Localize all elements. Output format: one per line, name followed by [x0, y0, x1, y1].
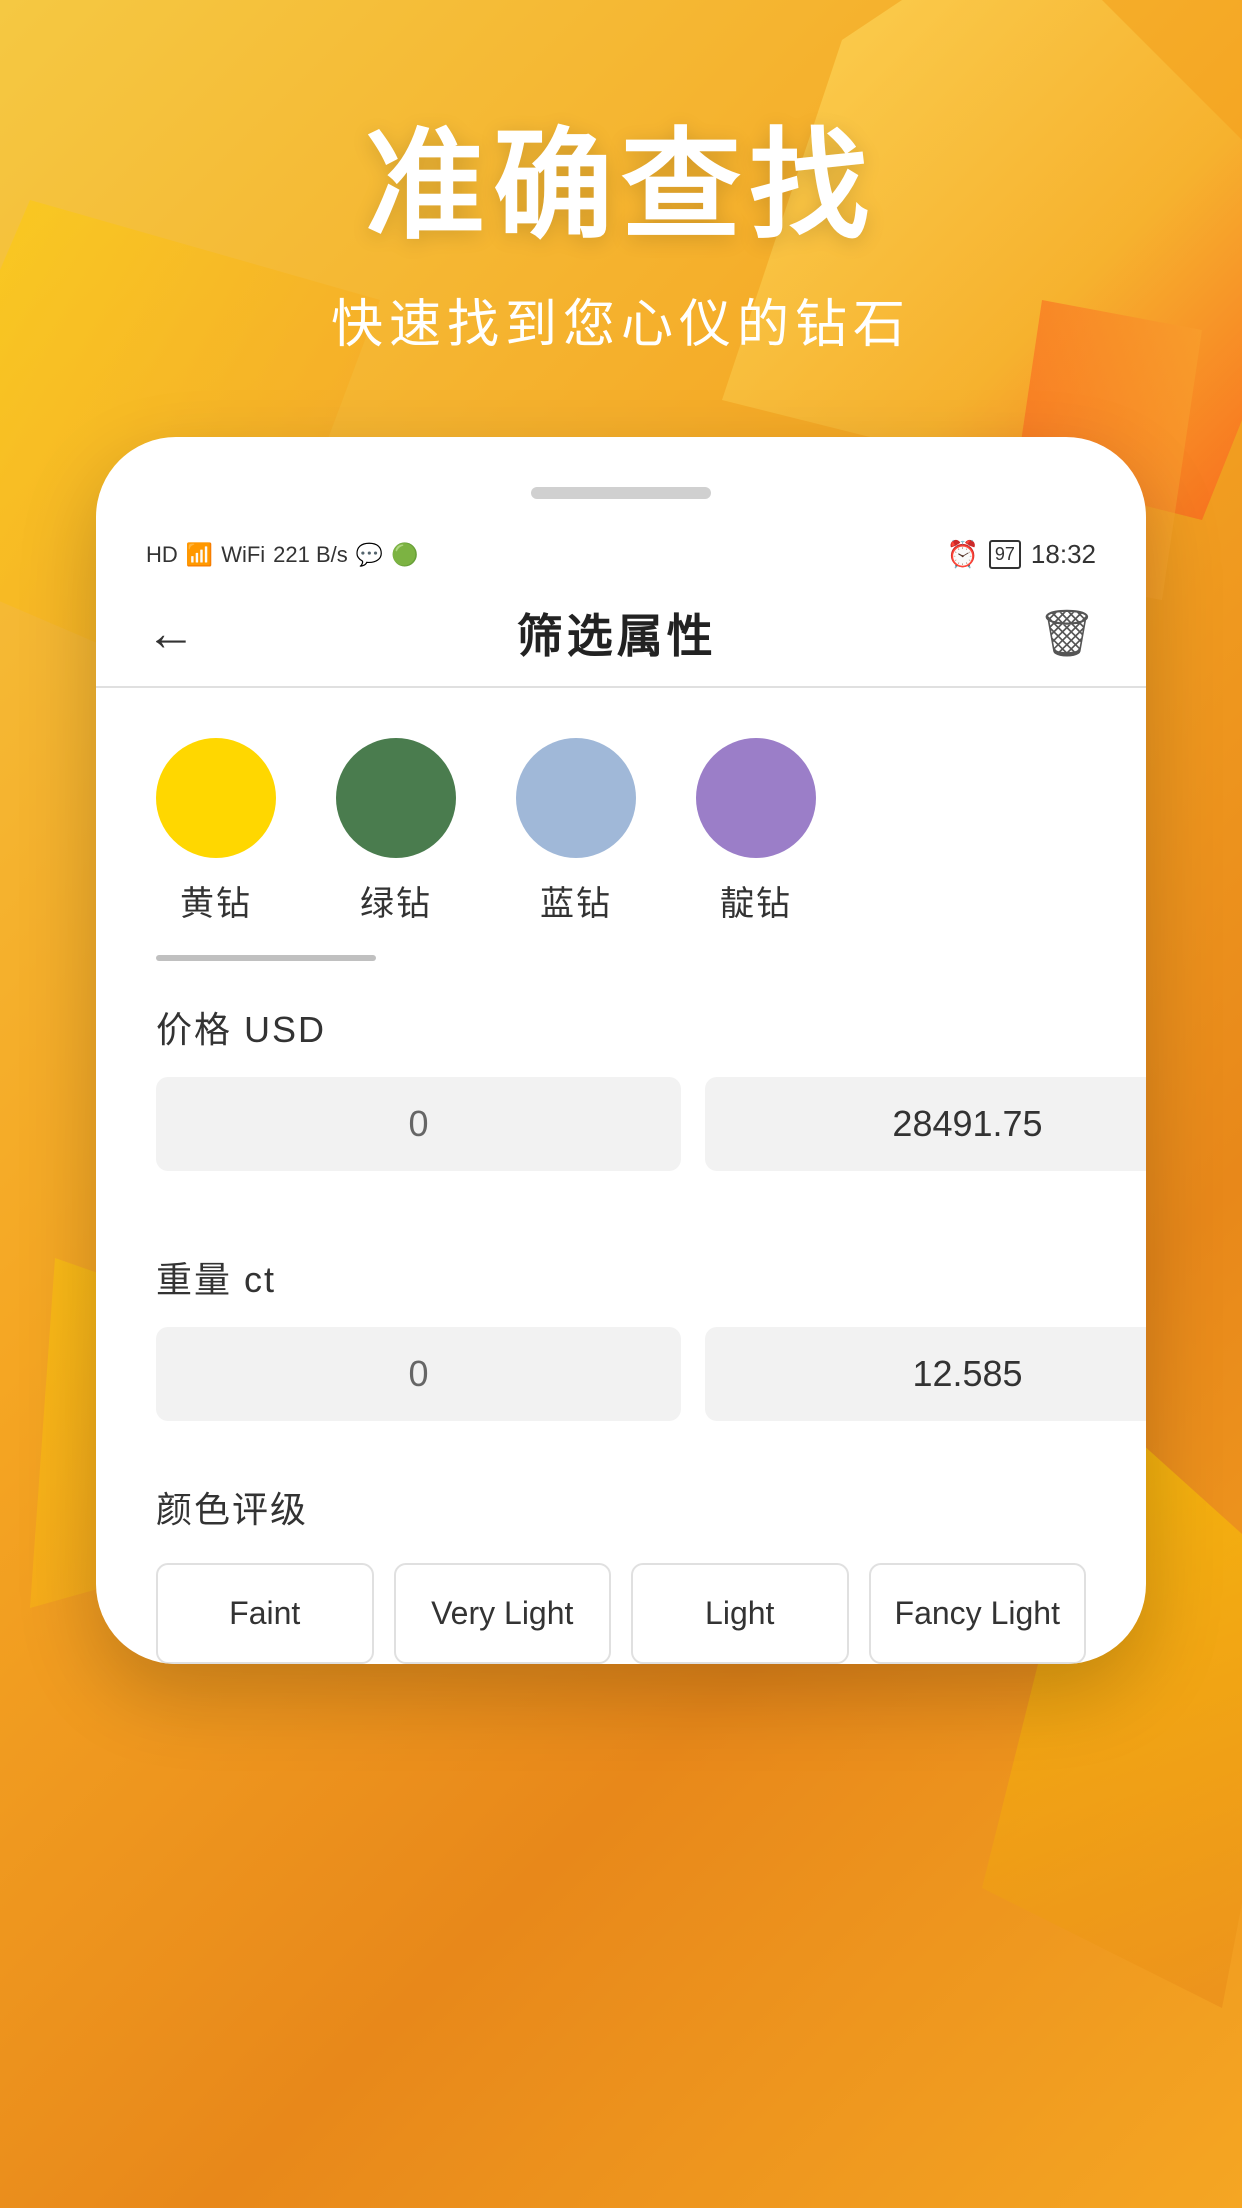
price-section: 价格 USD — [96, 961, 1146, 1211]
status-wifi: WiFi — [221, 542, 265, 568]
phone-handle — [531, 487, 711, 499]
price-max-input[interactable] — [705, 1077, 1146, 1171]
price-min-input[interactable] — [156, 1077, 681, 1171]
diamond-item-blue[interactable]: 蓝钻 — [516, 738, 636, 925]
diamond-circle-yellow — [156, 738, 276, 858]
color-grade-light[interactable]: Light — [631, 1563, 849, 1664]
diamond-item-yellow[interactable]: 黄钻 — [156, 738, 276, 925]
color-grade-section: 颜色评级 Faint Very Light Light Fancy Light — [96, 1461, 1146, 1664]
status-speed: 221 B/s — [273, 542, 348, 568]
nav-bar: ← 筛选属性 🗑 — [96, 580, 1146, 688]
diamond-circle-blue — [516, 738, 636, 858]
diamond-label-yellow: 黄钻 — [180, 876, 252, 925]
page-title: 筛选属性 — [517, 600, 717, 666]
color-grade-options: Faint Very Light Light Fancy Light — [156, 1563, 1086, 1664]
diamond-label-green: 绿钻 — [360, 876, 432, 925]
phone-mockup: HD 📶 WiFi 221 B/s 💬 🟢 ⏰ 97 18:32 ← 筛选属性 … — [96, 437, 1146, 1664]
alarm-icon: ⏰ — [947, 539, 979, 570]
weight-max-input[interactable] — [705, 1327, 1146, 1421]
diamond-circle-green — [336, 738, 456, 858]
header-subtitle: 快速找到您心仪的钻石 — [0, 282, 1242, 357]
status-message-icon: 💬 — [356, 542, 383, 568]
price-inputs — [156, 1077, 1086, 1171]
battery-level: 97 — [995, 544, 1015, 565]
diamond-types-list: 黄钻 绿钻 蓝钻 靛钻 — [156, 738, 1086, 925]
weight-min-input[interactable] — [156, 1327, 681, 1421]
color-grade-title: 颜色评级 — [156, 1481, 1086, 1533]
status-signal: 📶 — [186, 542, 213, 568]
header-section: 准确查找 快速找到您心仪的钻石 — [0, 0, 1242, 357]
weight-section: 重量 ct — [96, 1211, 1146, 1461]
clock-time: 18:32 — [1031, 539, 1096, 570]
battery-indicator: 97 — [989, 540, 1021, 569]
color-grade-faint[interactable]: Faint — [156, 1563, 374, 1664]
header-title: 准确查找 — [0, 120, 1242, 252]
diamond-label-purple: 靛钻 — [720, 876, 792, 925]
diamond-item-purple[interactable]: 靛钻 — [696, 738, 816, 925]
back-button[interactable]: ← — [146, 604, 196, 662]
color-grade-very-light[interactable]: Very Light — [394, 1563, 612, 1664]
weight-title: 重量 ct — [156, 1251, 1086, 1303]
weight-inputs — [156, 1327, 1086, 1421]
diamond-item-green[interactable]: 绿钻 — [336, 738, 456, 925]
diamond-section: 黄钻 绿钻 蓝钻 靛钻 — [96, 688, 1146, 961]
trash-button[interactable]: 🗑 — [1038, 606, 1096, 661]
diamond-label-blue: 蓝钻 — [540, 876, 612, 925]
status-bar: HD 📶 WiFi 221 B/s 💬 🟢 ⏰ 97 18:32 — [96, 539, 1146, 570]
color-grade-fancy-light[interactable]: Fancy Light — [869, 1563, 1087, 1664]
status-right: ⏰ 97 18:32 — [947, 539, 1096, 570]
price-title: 价格 USD — [156, 1001, 1086, 1053]
diamond-circle-purple — [696, 738, 816, 858]
status-left: HD 📶 WiFi 221 B/s 💬 🟢 — [146, 542, 419, 568]
status-network: HD — [146, 542, 178, 568]
status-wechat-icon: 🟢 — [391, 542, 418, 568]
